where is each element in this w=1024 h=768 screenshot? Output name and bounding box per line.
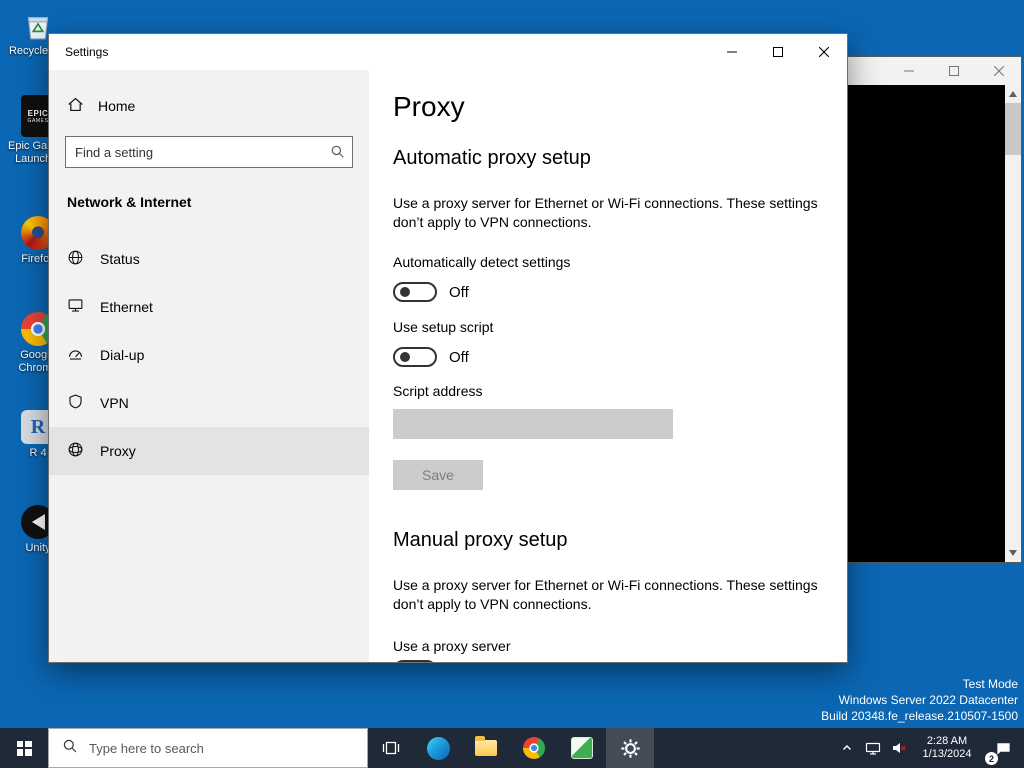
windows-logo-icon: [16, 740, 32, 756]
clock-date: 1/13/2024: [922, 748, 972, 760]
use-proxy-server-label: Use a proxy server: [393, 638, 511, 654]
action-center-button[interactable]: 2: [982, 728, 1024, 768]
search-icon: [330, 144, 345, 164]
background-close-button[interactable]: [976, 57, 1021, 85]
manual-proxy-description: Use a proxy server for Ethernet or Wi-Fi…: [393, 577, 818, 612]
background-minimize-button[interactable]: [886, 57, 931, 85]
test-mode-watermark: Test Mode Windows Server 2022 Datacenter…: [821, 676, 1018, 724]
clock-time: 2:28 AM: [926, 735, 968, 747]
watermark-line: Windows Server 2022 Datacenter: [838, 693, 1018, 707]
sidebar-item-home[interactable]: Home: [49, 88, 369, 124]
watermark-line: Test Mode: [962, 677, 1018, 691]
taskbar-settings-button[interactable]: [606, 728, 654, 768]
ethernet-icon: [67, 297, 84, 317]
taskbar-file-explorer-button[interactable]: [462, 728, 510, 768]
notification-badge: 2: [985, 752, 998, 765]
sidebar-home-label: Home: [98, 98, 136, 114]
desktop-icon-label: Unity: [25, 542, 51, 554]
proxy-page: Proxy Automatic proxy setup Use a proxy …: [369, 70, 847, 662]
start-button[interactable]: [0, 728, 48, 768]
green-app-icon: [571, 737, 593, 759]
sidebar-item-vpn[interactable]: VPN: [49, 379, 369, 427]
epic-icon-text: EPIC: [27, 108, 49, 118]
setup-script-state: Off: [449, 348, 469, 366]
settings-sidebar: Home Network & Internet Status: [49, 70, 369, 662]
sidebar-item-label: Proxy: [100, 443, 136, 459]
watermark-line: Build 20348.fe_release.210507-1500: [821, 709, 1018, 723]
taskbar-search[interactable]: [48, 728, 368, 768]
close-button[interactable]: [801, 34, 847, 70]
taskbar-clock[interactable]: 2:28 AM 1/13/2024: [912, 728, 982, 768]
sidebar-item-proxy[interactable]: Proxy: [49, 427, 369, 475]
volume-muted-button[interactable]: [886, 728, 912, 768]
search-icon: [62, 738, 78, 759]
background-window-scrollbar[interactable]: [1005, 85, 1021, 562]
background-maximize-button[interactable]: [931, 57, 976, 85]
sidebar-item-ethernet[interactable]: Ethernet: [49, 283, 369, 331]
volume-muted-icon: [893, 743, 906, 753]
setup-script-label: Use setup script: [393, 319, 494, 335]
automatic-proxy-description: Use a proxy server for Ethernet or Wi-Fi…: [393, 195, 818, 230]
taskbar-spacer: [654, 728, 834, 768]
vpn-icon: [67, 393, 84, 413]
sidebar-item-label: VPN: [100, 395, 129, 411]
file-explorer-icon: [475, 736, 497, 756]
network-tray-button[interactable]: [860, 728, 886, 768]
scroll-down-icon[interactable]: [1009, 550, 1017, 556]
edge-icon: [426, 736, 450, 760]
taskbar: 2:28 AM 1/13/2024 2: [0, 728, 1024, 768]
chrome-icon: [523, 737, 545, 759]
home-icon: [67, 96, 84, 116]
status-icon: [67, 249, 84, 269]
settings-titlebar[interactable]: Settings: [49, 34, 847, 70]
page-title: Proxy: [393, 91, 465, 122]
minimize-button[interactable]: [709, 34, 755, 70]
sidebar-nav: Status Ethernet Dial-up VPN Proxy: [49, 235, 369, 475]
settings-search-input[interactable]: [65, 136, 353, 168]
sidebar-section-title: Network & Internet: [67, 194, 192, 210]
scrollbar-thumb[interactable]: [1005, 103, 1021, 155]
dialup-icon: [67, 345, 84, 365]
epic-icon-subtext: GAMES: [27, 117, 49, 124]
setup-script-toggle[interactable]: [393, 347, 437, 367]
scroll-up-icon[interactable]: [1009, 91, 1017, 97]
chevron-up-icon: [843, 745, 851, 750]
sidebar-item-label: Status: [100, 251, 140, 267]
script-address-input[interactable]: [393, 409, 673, 439]
window-title: Settings: [65, 45, 109, 59]
sidebar-item-label: Ethernet: [100, 299, 153, 315]
taskbar-search-input[interactable]: [87, 739, 367, 757]
detect-settings-state: Off: [449, 283, 469, 301]
task-view-icon: [382, 741, 400, 755]
action-center-icon: [996, 742, 1010, 755]
desktop-icon-label: R 4: [29, 447, 47, 459]
save-button[interactable]: Save: [393, 460, 483, 490]
settings-window: Settings Home Find a setting Network & I…: [48, 33, 848, 663]
network-icon: [865, 742, 881, 755]
detect-settings-toggle[interactable]: [393, 282, 437, 302]
task-view-button[interactable]: [368, 728, 414, 768]
script-address-label: Script address: [393, 383, 483, 399]
taskbar-chrome-button[interactable]: [510, 728, 558, 768]
taskbar-green-app-button[interactable]: [558, 728, 606, 768]
use-proxy-server-toggle[interactable]: [393, 660, 437, 662]
sidebar-item-dialup[interactable]: Dial-up: [49, 331, 369, 379]
gear-icon: [620, 738, 640, 758]
proxy-icon: [67, 441, 84, 461]
taskbar-edge-button[interactable]: [414, 728, 462, 768]
sidebar-item-status[interactable]: Status: [49, 235, 369, 283]
show-hidden-icons-button[interactable]: [834, 728, 860, 768]
r-icon-letter: R: [30, 415, 46, 438]
settings-search: [65, 136, 353, 168]
detect-settings-label: Automatically detect settings: [393, 254, 571, 270]
automatic-proxy-heading: Automatic proxy setup: [393, 147, 591, 169]
desktop: Recycle Bin EPIC GAMES Epic Games Launch…: [0, 0, 1024, 768]
sidebar-item-label: Dial-up: [100, 347, 145, 363]
maximize-button[interactable]: [755, 34, 801, 70]
manual-proxy-heading: Manual proxy setup: [393, 529, 568, 551]
